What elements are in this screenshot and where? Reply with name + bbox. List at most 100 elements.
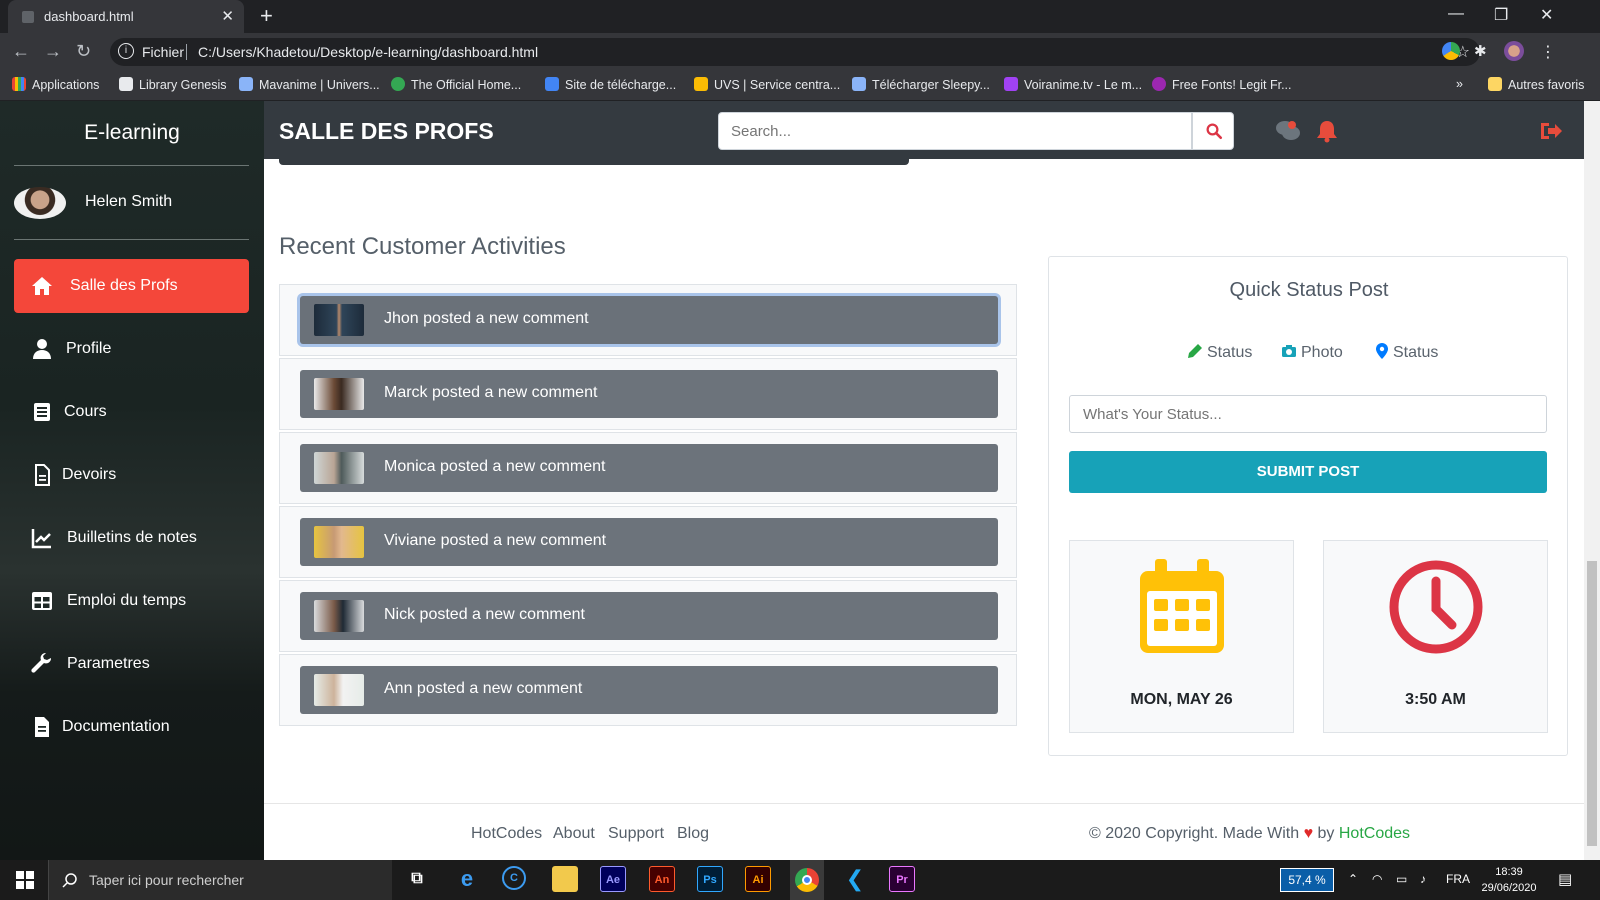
document-icon — [35, 717, 49, 737]
task-view-icon[interactable]: ⧉ — [404, 866, 430, 892]
copyright-text: © 2020 Copyright. Made With — [1089, 825, 1300, 842]
animate-icon[interactable]: An — [649, 866, 675, 892]
system-clock[interactable]: 18:39 29/06/2020 — [1474, 864, 1544, 896]
omnibox[interactable]: i Fichier C:/Users/Khadetou/Desktop/e-le… — [110, 38, 1480, 66]
activity-avatar — [314, 526, 364, 558]
browser-tab[interactable]: dashboard.html ✕ — [8, 0, 244, 33]
sidebar-item-parametres[interactable]: Parametres — [14, 637, 249, 691]
bookmark-voiranime[interactable]: Voiranime.tv - Le m... — [1004, 77, 1142, 92]
footer-link-hotcodes[interactable]: HotCodes — [471, 825, 542, 843]
footer-link-support[interactable]: Support — [608, 825, 664, 843]
illustrator-icon[interactable]: Ai — [745, 866, 771, 892]
submit-post-button[interactable]: SUBMIT POST — [1069, 451, 1547, 493]
footer-link-about[interactable]: About — [553, 825, 595, 843]
status-option-location[interactable]: Status — [1375, 343, 1438, 362]
extension-icon[interactable] — [1442, 42, 1460, 60]
restore-icon[interactable]: ❐ — [1494, 5, 1508, 25]
edge-icon[interactable]: e — [454, 866, 480, 892]
tray-chevron-icon[interactable]: ⌃ — [1348, 872, 1358, 886]
sidebar-item-devoirs[interactable]: Devoirs — [14, 448, 249, 502]
new-tab-icon[interactable]: + — [260, 3, 273, 29]
sidebar-item-documentation[interactable]: Documentation — [14, 700, 249, 754]
sidebar-item-label: Documentation — [62, 718, 170, 735]
list-item[interactable]: Marck posted a new comment — [300, 370, 998, 418]
activity-avatar — [314, 304, 364, 336]
notifications-bell-icon[interactable] — [1314, 118, 1340, 144]
scrollbar-thumb[interactable] — [1587, 561, 1597, 846]
activity-card: Ann posted a new comment — [279, 654, 1017, 726]
sidebar-item-salle-des-profs[interactable]: Salle des Profs — [14, 259, 249, 313]
after-effects-icon[interactable]: Ae — [600, 866, 626, 892]
page-favicon-icon — [22, 11, 34, 23]
status-input[interactable] — [1069, 395, 1547, 433]
tab-title: dashboard.html — [44, 9, 134, 24]
profile-avatar[interactable] — [1504, 41, 1524, 61]
info-icon[interactable]: i — [118, 43, 134, 59]
ccleaner-icon[interactable]: C — [502, 866, 526, 890]
messages-icon[interactable] — [1275, 118, 1301, 144]
list-item[interactable]: Monica posted a new comment — [300, 444, 998, 492]
taskbar-search-input[interactable]: Taper ici pour rechercher — [48, 860, 392, 900]
search-button[interactable] — [1192, 112, 1234, 150]
notifications-center-icon[interactable]: ▤ — [1558, 870, 1572, 888]
avatar[interactable] — [14, 187, 66, 219]
camera-icon — [1282, 345, 1296, 357]
menu-kebab-icon[interactable]: ⋮ — [1540, 42, 1558, 61]
sidebar-item-label: Parametres — [67, 655, 150, 672]
search-input[interactable] — [718, 112, 1192, 150]
sidebar-item-emploi-du-temps[interactable]: Emploi du temps — [14, 574, 249, 628]
forward-icon[interactable]: → — [44, 41, 62, 62]
user-name: Helen Smith — [85, 193, 173, 210]
sidebar-divider — [14, 165, 249, 166]
bookmark-uvs[interactable]: UVS | Service centra... — [694, 77, 840, 92]
windows-start-icon[interactable] — [16, 871, 34, 889]
brand-title[interactable]: E-learning — [0, 121, 264, 145]
bookmarks-overflow-icon[interactable]: » — [1456, 77, 1463, 91]
bookmarks-bar: Applications Library Genesis Mavanime | … — [0, 71, 1600, 101]
wifi-icon[interactable]: ◠ — [1372, 872, 1382, 886]
close-window-icon[interactable]: ✕ — [1540, 5, 1553, 25]
sidebar-item-profile[interactable]: Profile — [14, 322, 249, 376]
page-scrollbar[interactable] — [1584, 101, 1600, 860]
zoom-indicator[interactable]: 57,4 % — [1280, 868, 1334, 892]
user-icon — [33, 339, 51, 359]
back-icon[interactable]: ← — [12, 41, 30, 62]
list-item[interactable]: Viviane posted a new comment — [300, 518, 998, 566]
chrome-active-slot[interactable] — [790, 860, 824, 900]
bookmark-applications[interactable]: Applications — [12, 77, 99, 92]
status-option-status[interactable]: Status — [1187, 343, 1252, 362]
url-text[interactable]: C:/Users/Khadetou/Desktop/e-learning/das… — [198, 44, 538, 60]
bookmark-library-genesis[interactable]: Library Genesis — [119, 77, 227, 92]
list-item[interactable]: Nick posted a new comment — [300, 592, 998, 640]
battery-icon[interactable]: ▭ — [1396, 872, 1407, 886]
list-item[interactable]: Jhon posted a new comment — [300, 296, 998, 344]
bookmark-other-favorites[interactable]: Autres favoris — [1488, 77, 1584, 92]
chrome-icon-center — [802, 875, 812, 885]
reload-icon[interactable]: ↻ — [76, 41, 91, 62]
bookmark-telecharger-sleepy[interactable]: Télécharger Sleepy... — [852, 77, 990, 92]
sidebar-item-bulletins[interactable]: Builletins de notes — [14, 511, 249, 565]
bookmark-site-telechargement[interactable]: Site de télécharge... — [545, 77, 676, 92]
sidebar-divider — [14, 239, 249, 240]
bookmark-mavanime[interactable]: Mavanime | Univers... — [239, 77, 380, 92]
file-explorer-icon[interactable] — [552, 866, 578, 892]
premiere-icon[interactable]: Pr — [889, 866, 915, 892]
photoshop-icon[interactable]: Ps — [697, 866, 723, 892]
footer: HotCodes About Support Blog © 2020 Copyr… — [264, 803, 1584, 860]
minimize-icon[interactable]: — — [1448, 5, 1464, 23]
puzzle-icon[interactable]: ✱ — [1474, 42, 1492, 60]
language-indicator[interactable]: FRA — [1446, 872, 1470, 886]
home-icon — [32, 277, 52, 295]
list-item[interactable]: Ann posted a new comment — [300, 666, 998, 714]
vscode-icon[interactable]: ❮ — [842, 866, 868, 892]
logout-icon[interactable] — [1537, 118, 1563, 144]
copyright-brand-link[interactable]: HotCodes — [1339, 825, 1410, 842]
bookmark-free-fonts[interactable]: Free Fonts! Legit Fr... — [1152, 77, 1292, 92]
clock-icon — [1389, 560, 1483, 654]
volume-icon[interactable]: ♪ — [1420, 872, 1426, 886]
bookmark-official-home[interactable]: The Official Home... — [391, 77, 521, 92]
sidebar-item-cours[interactable]: Cours — [14, 385, 249, 439]
close-tab-icon[interactable]: ✕ — [221, 7, 234, 25]
footer-link-blog[interactable]: Blog — [677, 825, 709, 843]
status-option-photo[interactable]: Photo — [1281, 343, 1343, 362]
